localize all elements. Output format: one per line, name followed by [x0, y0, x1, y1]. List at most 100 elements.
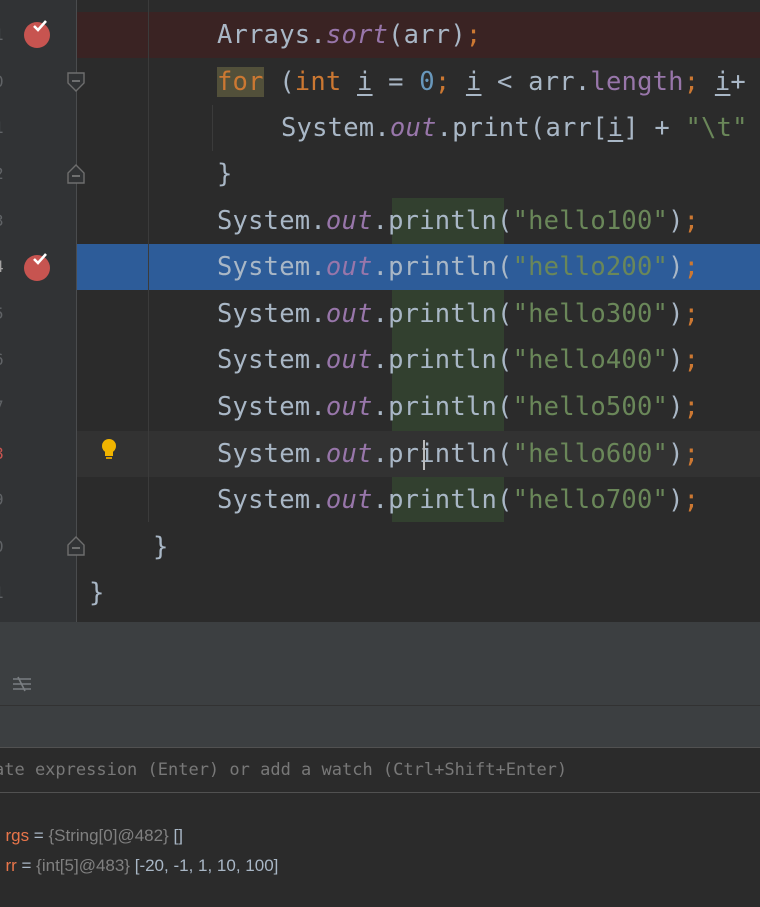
token-paren: (	[263, 67, 295, 97]
code-line-class-close[interactable]: 1 }	[0, 570, 760, 616]
code-line-println[interactable]: 3 System.out.println("hello100");	[0, 198, 760, 244]
line-number: 2	[0, 151, 6, 197]
token-sort: sort	[325, 20, 389, 50]
code-line-sort-text[interactable]: 1 Arrays.sort(arr);	[0, 12, 760, 58]
token-for: for	[217, 67, 264, 97]
lightbulb-icon[interactable]	[100, 438, 118, 462]
text-caret	[423, 440, 425, 470]
token-system: System	[217, 485, 311, 515]
code-line-for-close[interactable]: 2 }	[0, 151, 760, 197]
token-lt: <	[481, 67, 529, 97]
token-system: System	[217, 206, 311, 236]
variable-type: {int[5]@483}	[36, 856, 130, 875]
token-system: System	[217, 252, 311, 282]
check-icon	[33, 20, 47, 32]
token-println: println	[388, 345, 497, 375]
fold-end-icon[interactable]	[67, 164, 85, 184]
restore-layout-icon[interactable]	[12, 676, 32, 692]
token-out: out	[325, 345, 373, 375]
token-i: i	[357, 67, 373, 97]
token-brace: }	[89, 578, 105, 608]
breakpoint-icon[interactable]	[24, 253, 50, 281]
token-brace: }	[217, 159, 233, 189]
token-out: out	[325, 439, 373, 469]
line-number: 6	[0, 337, 6, 383]
variable-row[interactable]: rgs = {String[0]@482} []	[0, 791, 182, 845]
line-number: 9	[0, 477, 6, 523]
token-dot: .	[436, 113, 453, 143]
line-number: 3	[0, 198, 6, 244]
line-number: 0	[0, 59, 6, 105]
token-string: "hello100"	[512, 206, 669, 236]
token-println: println	[388, 485, 497, 515]
token-arr: arr	[528, 67, 575, 97]
line-number: 1	[0, 570, 6, 616]
token-system: System	[217, 392, 311, 422]
watch-input[interactable]: ate expression (Enter) or add a watch (C…	[0, 748, 567, 792]
code-line-println[interactable]: 4 System.out.println("hello200");	[0, 244, 760, 290]
watch-input-row[interactable]: ate expression (Enter) or add a watch (C…	[0, 747, 760, 793]
token-i: i	[607, 113, 624, 143]
variable-value: [-20, -1, 1, 10, 100]	[130, 856, 279, 875]
token-length: length	[590, 67, 684, 97]
token-out: out	[325, 299, 373, 329]
token-out: out	[389, 113, 437, 143]
line-number: 5	[0, 291, 6, 337]
line-number: 7	[0, 384, 6, 430]
token-plus: +	[730, 67, 746, 97]
token-eq: =	[372, 67, 420, 97]
token-system: System	[217, 439, 311, 469]
token-string: "hello400"	[512, 345, 669, 375]
token-println: println	[388, 206, 497, 236]
token-out: out	[325, 485, 373, 515]
token-string: "hello500"	[512, 392, 669, 422]
breakpoint-icon[interactable]	[24, 20, 50, 48]
token-dot: .	[374, 113, 390, 143]
token-print: print	[452, 113, 530, 143]
token-system: System	[217, 299, 311, 329]
fold-end-icon[interactable]	[67, 536, 85, 556]
token-println: println	[388, 439, 497, 469]
check-icon	[33, 253, 47, 265]
line-number: 8	[0, 431, 6, 477]
token-dot: .	[574, 67, 591, 97]
token-int: int	[294, 67, 342, 97]
code-line-for[interactable]: 0 for (int i = 0; i < arr.length; i+	[0, 59, 760, 105]
code-line-println[interactable]: 5 System.out.println("hello300");	[0, 291, 760, 337]
token-semi: ;	[683, 67, 700, 97]
line-number: 1	[0, 105, 6, 151]
token-println: println	[388, 299, 497, 329]
token-arrays: Arrays	[217, 20, 311, 50]
indent-guide	[212, 105, 213, 151]
debugger-tabs-row	[0, 706, 760, 747]
token-out: out	[325, 206, 373, 236]
line-number: 0	[0, 524, 6, 570]
indent-guide	[148, 0, 149, 522]
fold-collapse-icon[interactable]	[67, 72, 85, 92]
token-brace: }	[153, 532, 169, 562]
token-paren: (arr[	[529, 113, 608, 143]
code-line-println[interactable]: 7 System.out.println("hello500");	[0, 384, 760, 430]
variable-row[interactable]: rr = {int[5]@483} [-20, -1, 1, 10, 100]	[0, 821, 278, 875]
token-tab-string: "\t"	[685, 113, 748, 143]
line-number: 1	[0, 12, 6, 58]
gutter-divider	[76, 0, 77, 622]
token-string: "hello600"	[512, 439, 669, 469]
token-println: println	[388, 392, 497, 422]
code-editor[interactable]: 1 Arrays.sort(arr); 0 for (int i = 0; i …	[0, 0, 760, 622]
debugger-toolbar	[0, 626, 760, 706]
code-line-print[interactable]: 1 System.out.print(arr[i] + "\t"	[0, 105, 760, 151]
token-string: "hello300"	[512, 299, 669, 329]
token-plus: ] +	[623, 113, 686, 143]
code-line-method-close[interactable]: 0 }	[0, 524, 760, 570]
code-line-println[interactable]: 9 System.out.println("hello700");	[0, 477, 760, 523]
code-line-println[interactable]: 6 System.out.println("hello400");	[0, 337, 760, 383]
token-semi: ;	[434, 67, 451, 97]
token-i: i	[714, 67, 731, 97]
line-number: 4	[0, 244, 6, 290]
token-out: out	[325, 252, 373, 282]
token-semicolon: ;	[465, 20, 482, 50]
variable-eq: =	[16, 856, 37, 875]
token-system: System	[217, 345, 311, 375]
token-system: System	[281, 113, 375, 143]
